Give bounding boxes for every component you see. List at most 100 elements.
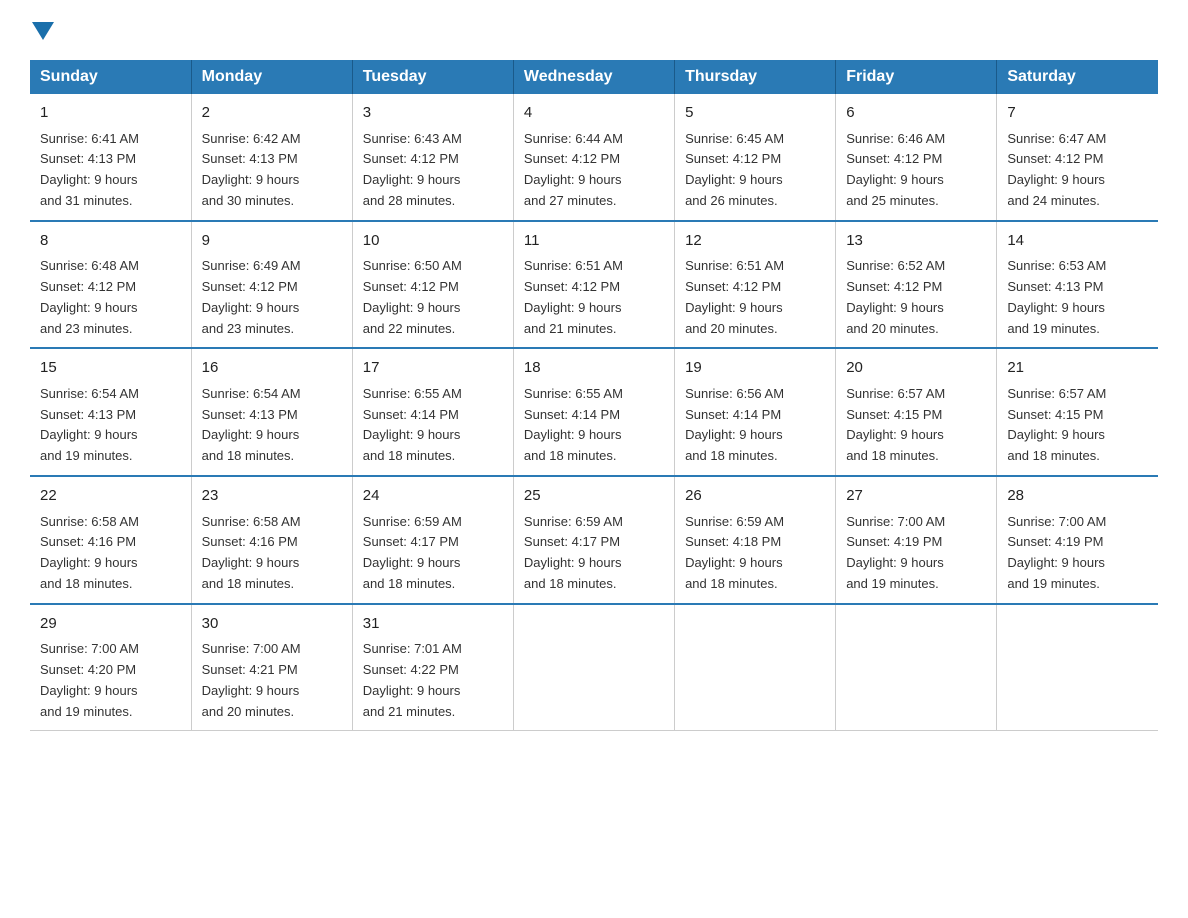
day-info: Sunrise: 6:55 AMSunset: 4:14 PMDaylight:… bbox=[524, 384, 664, 467]
calendar-cell: 31Sunrise: 7:01 AMSunset: 4:22 PMDayligh… bbox=[352, 604, 513, 731]
header-thursday: Thursday bbox=[675, 60, 836, 94]
day-number: 17 bbox=[363, 357, 503, 380]
calendar-cell bbox=[836, 604, 997, 731]
day-info: Sunrise: 6:56 AMSunset: 4:14 PMDaylight:… bbox=[685, 384, 825, 467]
day-info: Sunrise: 7:00 AMSunset: 4:19 PMDaylight:… bbox=[846, 512, 986, 595]
calendar-cell: 9 Sunrise: 6:49 AMSunset: 4:12 PMDaylight… bbox=[191, 221, 352, 349]
calendar-cell: 1Sunrise: 6:41 AMSunset: 4:13 PMDaylight… bbox=[30, 94, 191, 221]
header-monday: Monday bbox=[191, 60, 352, 94]
day-info: Sunrise: 6:47 AMSunset: 4:12 PMDaylight:… bbox=[1007, 129, 1148, 212]
calendar-cell: 27 Sunrise: 7:00 AMSunset: 4:19 PMDayligh… bbox=[836, 476, 997, 604]
calendar-cell: 7 Sunrise: 6:47 AMSunset: 4:12 PMDaylight… bbox=[997, 94, 1158, 221]
day-info: Sunrise: 6:46 AMSunset: 4:12 PMDaylight:… bbox=[846, 129, 986, 212]
logo-triangle-icon bbox=[32, 22, 54, 40]
day-number: 5 bbox=[685, 102, 825, 125]
page-header bbox=[30, 20, 1158, 40]
logo bbox=[30, 20, 54, 40]
week-row-3: 15Sunrise: 6:54 AMSunset: 4:13 PMDayligh… bbox=[30, 348, 1158, 476]
calendar-cell: 12 Sunrise: 6:51 AMSunset: 4:12 PMDayligh… bbox=[675, 221, 836, 349]
day-info: Sunrise: 6:42 AMSunset: 4:13 PMDaylight:… bbox=[202, 129, 342, 212]
day-number: 30 bbox=[202, 613, 342, 636]
header-friday: Friday bbox=[836, 60, 997, 94]
day-info: Sunrise: 6:48 AMSunset: 4:12 PMDaylight:… bbox=[40, 256, 181, 339]
calendar-table: SundayMondayTuesdayWednesdayThursdayFrid… bbox=[30, 60, 1158, 731]
day-number: 19 bbox=[685, 357, 825, 380]
calendar-cell: 15Sunrise: 6:54 AMSunset: 4:13 PMDayligh… bbox=[30, 348, 191, 476]
calendar-cell: 4 Sunrise: 6:44 AMSunset: 4:12 PMDaylight… bbox=[513, 94, 674, 221]
day-number: 20 bbox=[846, 357, 986, 380]
calendar-cell: 14 Sunrise: 6:53 AMSunset: 4:13 PMDayligh… bbox=[997, 221, 1158, 349]
day-number: 26 bbox=[685, 485, 825, 508]
day-number: 9 bbox=[202, 230, 342, 253]
calendar-cell: 23 Sunrise: 6:58 AMSunset: 4:16 PMDayligh… bbox=[191, 476, 352, 604]
header-tuesday: Tuesday bbox=[352, 60, 513, 94]
calendar-cell bbox=[675, 604, 836, 731]
day-info: Sunrise: 6:52 AMSunset: 4:12 PMDaylight:… bbox=[846, 256, 986, 339]
calendar-cell: 20 Sunrise: 6:57 AMSunset: 4:15 PMDayligh… bbox=[836, 348, 997, 476]
calendar-cell: 29 Sunrise: 7:00 AMSunset: 4:20 PMDayligh… bbox=[30, 604, 191, 731]
calendar-cell: 2 Sunrise: 6:42 AMSunset: 4:13 PMDaylight… bbox=[191, 94, 352, 221]
day-info: Sunrise: 7:00 AMSunset: 4:19 PMDaylight:… bbox=[1007, 512, 1148, 595]
calendar-cell: 13 Sunrise: 6:52 AMSunset: 4:12 PMDayligh… bbox=[836, 221, 997, 349]
day-number: 29 bbox=[40, 613, 181, 636]
calendar-cell: 26Sunrise: 6:59 AMSunset: 4:18 PMDayligh… bbox=[675, 476, 836, 604]
day-info: Sunrise: 6:44 AMSunset: 4:12 PMDaylight:… bbox=[524, 129, 664, 212]
day-number: 25 bbox=[524, 485, 664, 508]
day-info: Sunrise: 6:49 AMSunset: 4:12 PMDaylight:… bbox=[202, 256, 342, 339]
day-info: Sunrise: 6:41 AMSunset: 4:13 PMDaylight:… bbox=[40, 129, 181, 212]
day-info: Sunrise: 6:43 AMSunset: 4:12 PMDaylight:… bbox=[363, 129, 503, 212]
day-info: Sunrise: 7:00 AMSunset: 4:21 PMDaylight:… bbox=[202, 639, 342, 722]
day-number: 22 bbox=[40, 485, 181, 508]
day-info: Sunrise: 6:55 AMSunset: 4:14 PMDaylight:… bbox=[363, 384, 503, 467]
day-number: 27 bbox=[846, 485, 986, 508]
day-number: 2 bbox=[202, 102, 342, 125]
calendar-cell: 3 Sunrise: 6:43 AMSunset: 4:12 PMDaylight… bbox=[352, 94, 513, 221]
day-info: Sunrise: 6:57 AMSunset: 4:15 PMDaylight:… bbox=[1007, 384, 1148, 467]
day-number: 13 bbox=[846, 230, 986, 253]
calendar-cell: 5 Sunrise: 6:45 AMSunset: 4:12 PMDaylight… bbox=[675, 94, 836, 221]
calendar-cell: 25Sunrise: 6:59 AMSunset: 4:17 PMDayligh… bbox=[513, 476, 674, 604]
day-number: 23 bbox=[202, 485, 342, 508]
header-saturday: Saturday bbox=[997, 60, 1158, 94]
day-info: Sunrise: 6:59 AMSunset: 4:17 PMDaylight:… bbox=[363, 512, 503, 595]
day-info: Sunrise: 6:45 AMSunset: 4:12 PMDaylight:… bbox=[685, 129, 825, 212]
header-sunday: Sunday bbox=[30, 60, 191, 94]
week-row-5: 29 Sunrise: 7:00 AMSunset: 4:20 PMDayligh… bbox=[30, 604, 1158, 731]
day-info: Sunrise: 6:58 AMSunset: 4:16 PMDaylight:… bbox=[40, 512, 181, 595]
calendar-cell: 16 Sunrise: 6:54 AMSunset: 4:13 PMDayligh… bbox=[191, 348, 352, 476]
header-wednesday: Wednesday bbox=[513, 60, 674, 94]
day-number: 24 bbox=[363, 485, 503, 508]
day-info: Sunrise: 6:53 AMSunset: 4:13 PMDaylight:… bbox=[1007, 256, 1148, 339]
day-number: 7 bbox=[1007, 102, 1148, 125]
calendar-cell: 18 Sunrise: 6:55 AMSunset: 4:14 PMDayligh… bbox=[513, 348, 674, 476]
day-info: Sunrise: 7:00 AMSunset: 4:20 PMDaylight:… bbox=[40, 639, 181, 722]
day-number: 4 bbox=[524, 102, 664, 125]
calendar-cell: 11 Sunrise: 6:51 AMSunset: 4:12 PMDayligh… bbox=[513, 221, 674, 349]
day-info: Sunrise: 7:01 AMSunset: 4:22 PMDaylight:… bbox=[363, 639, 503, 722]
calendar-cell: 6 Sunrise: 6:46 AMSunset: 4:12 PMDaylight… bbox=[836, 94, 997, 221]
day-info: Sunrise: 6:54 AMSunset: 4:13 PMDaylight:… bbox=[202, 384, 342, 467]
day-info: Sunrise: 6:54 AMSunset: 4:13 PMDaylight:… bbox=[40, 384, 181, 467]
calendar-cell: 22 Sunrise: 6:58 AMSunset: 4:16 PMDayligh… bbox=[30, 476, 191, 604]
day-info: Sunrise: 6:58 AMSunset: 4:16 PMDaylight:… bbox=[202, 512, 342, 595]
day-info: Sunrise: 6:57 AMSunset: 4:15 PMDaylight:… bbox=[846, 384, 986, 467]
calendar-cell bbox=[513, 604, 674, 731]
day-number: 10 bbox=[363, 230, 503, 253]
day-number: 28 bbox=[1007, 485, 1148, 508]
day-info: Sunrise: 6:51 AMSunset: 4:12 PMDaylight:… bbox=[524, 256, 664, 339]
day-number: 14 bbox=[1007, 230, 1148, 253]
day-number: 3 bbox=[363, 102, 503, 125]
day-number: 11 bbox=[524, 230, 664, 253]
day-info: Sunrise: 6:51 AMSunset: 4:12 PMDaylight:… bbox=[685, 256, 825, 339]
day-number: 18 bbox=[524, 357, 664, 380]
day-number: 16 bbox=[202, 357, 342, 380]
calendar-cell: 19 Sunrise: 6:56 AMSunset: 4:14 PMDayligh… bbox=[675, 348, 836, 476]
week-row-4: 22 Sunrise: 6:58 AMSunset: 4:16 PMDayligh… bbox=[30, 476, 1158, 604]
day-number: 6 bbox=[846, 102, 986, 125]
calendar-cell: 24 Sunrise: 6:59 AMSunset: 4:17 PMDayligh… bbox=[352, 476, 513, 604]
calendar-header-row: SundayMondayTuesdayWednesdayThursdayFrid… bbox=[30, 60, 1158, 94]
calendar-cell: 17 Sunrise: 6:55 AMSunset: 4:14 PMDayligh… bbox=[352, 348, 513, 476]
week-row-1: 1Sunrise: 6:41 AMSunset: 4:13 PMDaylight… bbox=[30, 94, 1158, 221]
day-number: 12 bbox=[685, 230, 825, 253]
calendar-cell: 21Sunrise: 6:57 AMSunset: 4:15 PMDayligh… bbox=[997, 348, 1158, 476]
